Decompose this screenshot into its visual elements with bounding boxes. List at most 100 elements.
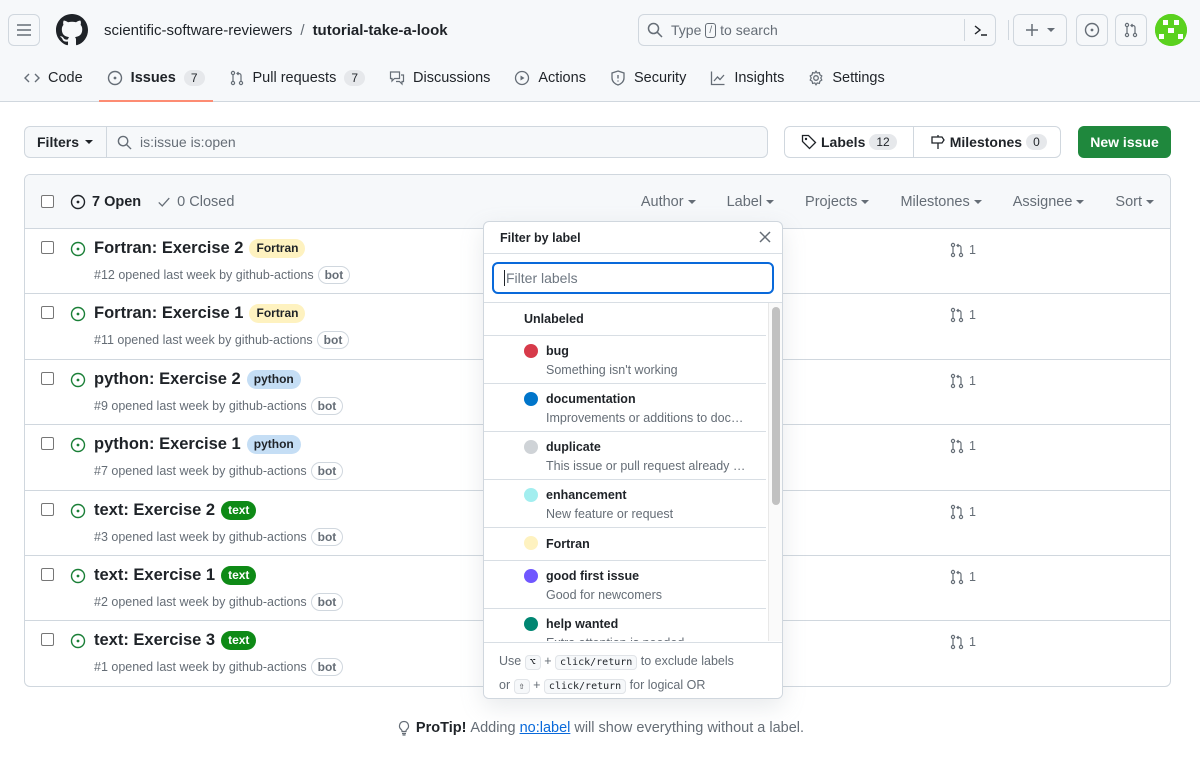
tab-discussions[interactable]: Discussions	[381, 62, 498, 94]
filter-label: Assignee	[1012, 193, 1073, 210]
linked-pull-requests[interactable]: 1	[949, 373, 976, 389]
shift-key: ⇧	[513, 679, 530, 694]
linked-pull-requests[interactable]: 1	[949, 438, 976, 454]
linked-pull-requests[interactable]: 1	[949, 634, 976, 650]
label-option[interactable]: duplicate This issue or pull request alr…	[484, 432, 766, 480]
issue-search-input[interactable]: is:issue is:open	[107, 127, 767, 157]
command-palette-button[interactable]	[964, 19, 989, 41]
labels-label: Labels	[821, 134, 866, 150]
assignee-filter[interactable]: Assignee	[1013, 194, 1085, 210]
issue-label[interactable]: text	[221, 565, 257, 585]
issue-opened-icon	[70, 634, 86, 649]
milestones-filter[interactable]: Milestones	[900, 194, 982, 210]
tab-settings[interactable]: Settings	[800, 62, 892, 94]
global-search[interactable]: Type / to search	[638, 14, 996, 46]
pull-requests-button[interactable]	[1115, 14, 1147, 46]
user-avatar[interactable]	[1155, 14, 1187, 46]
milestone-icon	[931, 135, 945, 149]
filter-label: Author	[640, 193, 684, 210]
label-option-description: This issue or pull request already …	[546, 459, 746, 473]
issue-checkbox[interactable]	[41, 306, 54, 320]
issue-checkbox[interactable]	[41, 633, 54, 647]
identicon-icon	[1155, 14, 1187, 46]
create-new-button[interactable]	[1013, 14, 1067, 46]
tab-actions[interactable]: Actions	[506, 62, 594, 94]
issue-checkbox[interactable]	[41, 567, 54, 581]
issue-meta-text: #12 opened last week by github-actions	[94, 268, 314, 282]
tab-issues[interactable]: Issues 7	[98, 62, 213, 102]
label-option[interactable]: good first issue Good for newcomers	[484, 561, 766, 609]
filter-labels-input[interactable]: Filter labels	[492, 262, 774, 294]
label-option-description: Something isn't working	[546, 363, 678, 377]
close-button[interactable]	[758, 230, 772, 244]
caret-down-icon	[973, 199, 982, 204]
issue-title[interactable]: Fortran: Exercise 1	[94, 304, 243, 323]
issue-checkbox[interactable]	[41, 502, 54, 516]
play-icon	[515, 70, 530, 86]
list-filters: Author Label Projects Milestones Assigne…	[641, 194, 1154, 210]
filters-dropdown-button[interactable]: Filters	[25, 127, 107, 157]
issue-title[interactable]: text: Exercise 3	[94, 631, 215, 650]
issue-label[interactable]: Fortran	[249, 304, 306, 324]
milestones-button[interactable]: Milestones 0	[912, 127, 1063, 157]
issue-label[interactable]: python	[246, 369, 301, 389]
select-all-checkbox[interactable]	[41, 195, 54, 208]
author-filter[interactable]: Author	[641, 194, 696, 210]
tag-icon	[801, 134, 817, 150]
scrollbar-thumb[interactable]	[772, 307, 780, 505]
linked-pull-requests[interactable]: 1	[949, 504, 976, 520]
owner-link[interactable]: scientific-software-reviewers	[104, 22, 292, 39]
issues-button[interactable]	[1076, 14, 1108, 46]
issue-label[interactable]: text	[221, 500, 257, 520]
code-icon	[24, 73, 40, 83]
label-option[interactable]: Fortran	[484, 528, 766, 561]
comment-discussion-icon	[389, 71, 405, 86]
label-color-dot	[524, 488, 538, 502]
issue-title[interactable]: text: Exercise 1	[94, 566, 215, 585]
linked-pull-requests[interactable]: 1	[949, 569, 976, 585]
linked-pr-count: 1	[969, 373, 976, 388]
issue-title[interactable]: python: Exercise 2	[94, 370, 241, 389]
issue-title[interactable]: Fortran: Exercise 2	[94, 239, 243, 258]
label-color-dot	[524, 392, 538, 406]
labels-button[interactable]: Labels 12	[785, 127, 913, 157]
issue-checkbox[interactable]	[41, 241, 54, 254]
milestones-label: Milestones	[949, 134, 1023, 150]
new-issue-button[interactable]: New issue	[1078, 126, 1171, 158]
menu-button[interactable]	[8, 14, 40, 46]
no-label-link[interactable]: no:label	[520, 720, 571, 736]
search-icon	[647, 22, 663, 38]
label-option[interactable]: documentation Improvements or additions …	[484, 384, 766, 432]
issue-title[interactable]: python: Exercise 1	[94, 435, 241, 454]
closed-issues-filter[interactable]: 0 Closed	[157, 194, 234, 210]
open-issues-filter[interactable]: 7 Open	[70, 194, 141, 210]
issue-label[interactable]: text	[221, 631, 257, 651]
issue-checkbox[interactable]	[41, 437, 54, 451]
tab-security[interactable]: Security	[602, 62, 694, 94]
label-option[interactable]: help wanted Extra attention is needed	[484, 609, 766, 641]
issue-label[interactable]: python	[246, 435, 301, 455]
footer-text: +	[544, 654, 552, 668]
linked-pull-requests[interactable]: 1	[949, 242, 976, 258]
issue-label[interactable]: Fortran	[249, 239, 306, 258]
footer-text: Use	[499, 654, 522, 668]
github-logo[interactable]	[56, 14, 88, 46]
repo-link[interactable]: tutorial-take-a-look	[313, 22, 448, 39]
issue-opened-icon	[70, 503, 86, 518]
tab-pull-requests[interactable]: Pull requests 7	[221, 62, 374, 94]
label-option[interactable]: bug Something isn't working	[484, 336, 766, 384]
scrollbar-track[interactable]	[768, 303, 782, 641]
label-option[interactable]: enhancement New feature or request	[484, 480, 766, 528]
footer-text: or	[499, 678, 511, 692]
sort-dropdown[interactable]: Sort	[1115, 194, 1154, 210]
issue-checkbox[interactable]	[41, 371, 54, 385]
tab-insights[interactable]: Insights	[702, 62, 792, 94]
label-option-unlabeled[interactable]: Unlabeled	[484, 303, 766, 336]
issue-opened-icon	[70, 241, 86, 257]
projects-filter[interactable]: Projects	[805, 194, 870, 210]
linked-pull-requests[interactable]: 1	[949, 307, 976, 323]
label-filter[interactable]: Label	[727, 194, 775, 210]
click-key: click/return	[555, 655, 638, 670]
issue-title[interactable]: text: Exercise 2	[94, 501, 215, 520]
tab-code[interactable]: Code	[16, 62, 91, 94]
